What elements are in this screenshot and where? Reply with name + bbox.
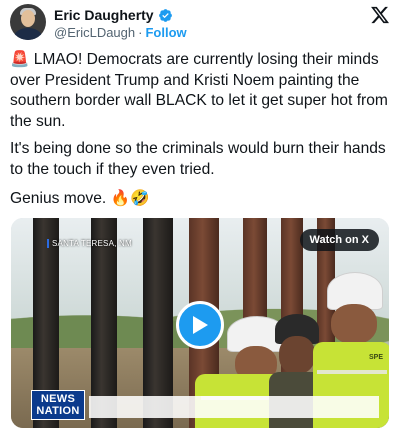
separator-dot: · xyxy=(138,25,143,40)
author-handle-row: @EricLDaugh · Follow xyxy=(54,25,187,40)
network-logo-line-1: NEWS xyxy=(40,393,76,405)
x-logo-icon[interactable] xyxy=(370,5,390,25)
author-name-row: Eric Daugherty xyxy=(54,6,173,24)
video-lower-third-bar xyxy=(89,396,379,418)
post-paragraph-3: Genius move. 🔥🤣 xyxy=(10,190,150,207)
post-card: Eric Daugherty @EricLDaugh · Follow 🚨 LM… xyxy=(0,0,400,432)
author-handle[interactable]: @EricLDaugh xyxy=(54,25,135,40)
vest-lettering: SPE xyxy=(369,354,384,361)
verified-badge-icon xyxy=(158,8,172,22)
video-location-label: SANTA TERESA, NM xyxy=(47,239,132,248)
video-player[interactable]: SPE SANTA TERESA, NM Watch on X NEWS NAT… xyxy=(11,218,389,428)
post-paragraph-2: It's being done so the criminals would b… xyxy=(10,140,386,178)
author-display-name[interactable]: Eric Daugherty xyxy=(54,7,154,23)
news-nation-logo: NEWS NATION xyxy=(31,390,85,420)
play-button[interactable] xyxy=(176,301,224,349)
post-paragraph-1: 🚨 LMAO! Democrats are currently losing t… xyxy=(10,51,388,130)
follow-button[interactable]: Follow xyxy=(145,25,186,40)
post-header: Eric Daugherty @EricLDaugh · Follow xyxy=(10,4,390,44)
avatar[interactable] xyxy=(10,4,46,40)
network-logo-line-2: NATION xyxy=(36,405,80,417)
watch-on-x-button[interactable]: Watch on X xyxy=(299,229,379,251)
play-icon xyxy=(193,316,208,334)
